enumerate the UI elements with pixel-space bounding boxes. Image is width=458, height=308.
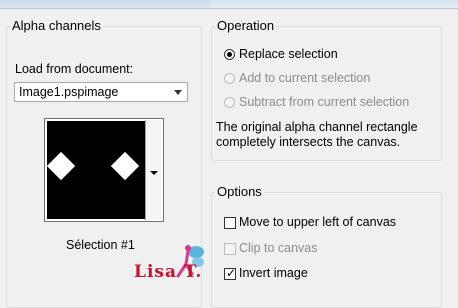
document-select-value: Image1.pspimage bbox=[19, 85, 119, 99]
checkmark-icon: ✓ bbox=[226, 266, 237, 280]
dropdown-arrow-icon bbox=[150, 171, 158, 175]
preview-dropdown-button[interactable] bbox=[145, 120, 162, 220]
checkbox-clip-to-canvas-label[interactable]: Clip to canvas bbox=[239, 241, 318, 255]
operation-title: Operation bbox=[215, 18, 277, 34]
checkbox-move-upper-left-label[interactable]: Move to upper left of canvas bbox=[239, 215, 396, 229]
radio-add-to-selection-label[interactable]: Add to current selection bbox=[239, 71, 370, 85]
alpha-channel-preview[interactable] bbox=[44, 118, 164, 222]
preview-diamond-left bbox=[46, 151, 76, 181]
checkbox-move-upper-left[interactable] bbox=[224, 217, 236, 229]
radio-subtract-selection-label[interactable]: Subtract from current selection bbox=[239, 95, 409, 109]
watermark-text: Lisa T. bbox=[134, 262, 203, 282]
radio-replace-selection-label[interactable]: Replace selection bbox=[239, 47, 338, 61]
title-bar-right bbox=[210, 0, 458, 9]
alpha-channels-title: Alpha channels bbox=[10, 18, 103, 34]
checkbox-clip-to-canvas[interactable] bbox=[224, 243, 236, 255]
document-select[interactable]: Image1.pspimage bbox=[14, 82, 188, 102]
alpha-preview-image bbox=[46, 121, 145, 219]
checkbox-invert-image[interactable]: ✓ bbox=[224, 266, 237, 280]
radio-replace-selection[interactable] bbox=[224, 49, 235, 60]
load-from-document-label: Load from document: bbox=[15, 62, 134, 76]
options-title: Options bbox=[215, 184, 264, 200]
operation-description: The original alpha channel rectangle com… bbox=[216, 120, 418, 149]
radio-selected-dot bbox=[227, 52, 232, 57]
radio-add-to-selection[interactable] bbox=[224, 73, 235, 84]
radio-subtract-selection[interactable] bbox=[224, 97, 235, 108]
checkbox-invert-image-label[interactable]: Invert image bbox=[239, 266, 308, 280]
preview-diamond-right bbox=[110, 151, 140, 181]
selection-name-label: Sélection #1 bbox=[66, 238, 135, 252]
chevron-down-icon bbox=[174, 90, 182, 95]
